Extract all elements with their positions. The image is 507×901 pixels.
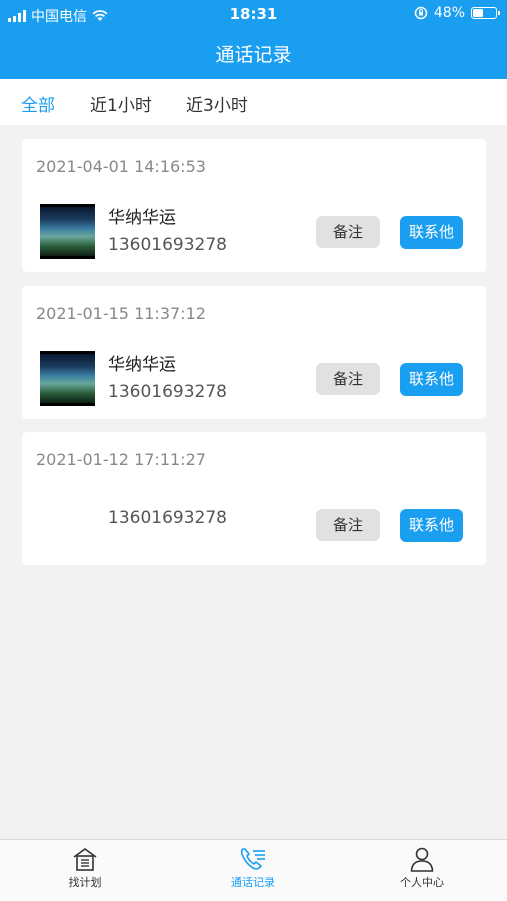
nav-find-plan[interactable]: 找计划	[25, 846, 145, 890]
status-right: 48%	[414, 5, 500, 21]
record-datetime: 2021-01-15 11:37:12	[36, 304, 206, 323]
nav-find-plan-label: 找计划	[68, 876, 102, 889]
note-button[interactable]: 备注	[316, 363, 380, 395]
battery-icon	[471, 7, 500, 19]
person-icon	[410, 847, 434, 872]
company-thumbnail	[40, 351, 95, 406]
nav-call-records-label: 通话记录	[231, 876, 275, 889]
battery-percent: 48%	[433, 5, 465, 21]
orientation-lock-icon	[414, 6, 428, 20]
bottom-nav: 找计划 通话记录 个人中心	[0, 839, 507, 901]
filter-tabs: 全部 近1小时 近3小时	[0, 79, 507, 125]
contact-button[interactable]: 联系他	[400, 363, 463, 396]
record-datetime: 2021-01-12 17:11:27	[36, 450, 206, 469]
company-name: 华纳华运	[108, 208, 176, 228]
page-title: 通话记录	[215, 44, 292, 66]
contact-button[interactable]: 联系他	[400, 509, 463, 542]
tab-all[interactable]: 全部	[21, 91, 55, 116]
record-datetime: 2021-04-01 14:16:53	[36, 157, 206, 176]
call-record-card: 2021-01-15 11:37:12 华纳华运 13601693278 备注 …	[22, 286, 486, 419]
nav-call-records[interactable]: 通话记录	[193, 846, 313, 890]
note-button[interactable]: 备注	[316, 216, 380, 248]
tab-last-3-hours[interactable]: 近3小时	[186, 91, 248, 116]
phone-number: 13601693278	[108, 508, 227, 528]
tab-last-1-hour[interactable]: 近1小时	[90, 91, 152, 116]
phone-list-icon	[240, 848, 265, 870]
phone-number: 13601693278	[108, 235, 227, 255]
call-record-card: 2021-01-12 17:11:27 13601693278 备注 联系他	[22, 432, 486, 565]
nav-profile[interactable]: 个人中心	[362, 846, 482, 890]
app-header: 通话记录	[0, 28, 507, 79]
contact-button[interactable]: 联系他	[400, 216, 463, 249]
note-button[interactable]: 备注	[316, 509, 380, 541]
building-icon	[73, 848, 97, 871]
nav-profile-label: 个人中心	[400, 876, 444, 889]
company-name: 华纳华运	[108, 355, 176, 375]
status-bar: 中国电信 18:31 48%	[0, 0, 507, 28]
company-thumbnail	[40, 204, 95, 259]
call-record-card: 2021-04-01 14:16:53 华纳华运 13601693278 备注 …	[22, 139, 486, 272]
phone-number: 13601693278	[108, 382, 227, 402]
